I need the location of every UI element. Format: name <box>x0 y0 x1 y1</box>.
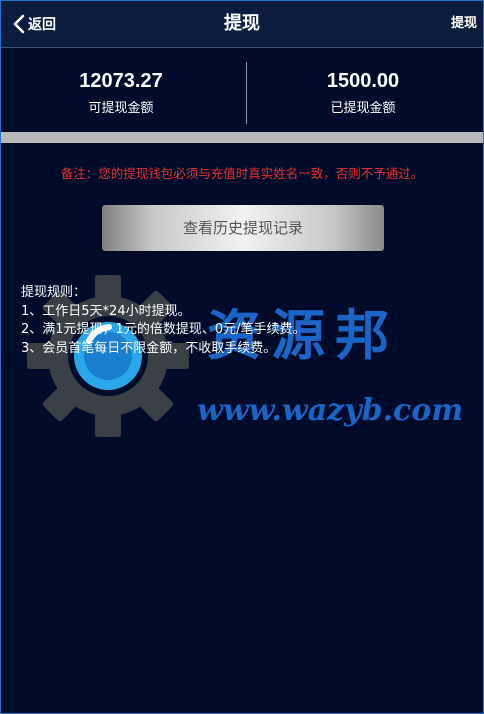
withdrawn-label: 已提现金额 <box>330 101 396 116</box>
rules-item: 3、会员首笔每日不限金额，不收取手续费。 <box>21 340 277 356</box>
withdrawable-label: 可提现金额 <box>88 101 154 116</box>
rules-item: 2、满1元提现，1元的倍数提现、0元/笔手续费。 <box>21 322 306 337</box>
app-frame: 返回 提现 提现 12073.27 可提现金额 1500.00 已提现金额 备注… <box>0 0 484 714</box>
rules-item: 1、工作日5天*24小时提现。 <box>21 303 191 319</box>
balance-stats: 12073.27 可提现金额 1500.00 已提现金额 <box>1 48 483 132</box>
rules-title: 提现规则： <box>21 285 87 300</box>
page-title: 提现 <box>224 13 260 34</box>
withdrawable-amount: 12073.27 <box>79 70 163 92</box>
withdrawn-stat: 1500.00 已提现金额 <box>243 48 483 132</box>
withdrawn-amount: 1500.00 <box>326 70 400 92</box>
withdraw-action-button[interactable]: 提现 <box>451 15 477 33</box>
withdrawable-stat: 12073.27 可提现金额 <box>1 48 241 132</box>
top-nav-bar: 返回 提现 提现 <box>1 1 483 48</box>
notice-text: 备注：您的提现钱包必须与充值时真实姓名一致，否则不予通过。 <box>60 166 424 181</box>
watermark-url: www.wazyb.com <box>197 393 464 428</box>
withdraw-rules: 提现规则： 1、工作日5天*24小时提现。 2、满1元提现，1元的倍数提现、0元… <box>21 284 305 358</box>
section-divider-band <box>1 132 483 143</box>
view-history-button[interactable]: 查看历史提现记录 <box>102 205 384 251</box>
